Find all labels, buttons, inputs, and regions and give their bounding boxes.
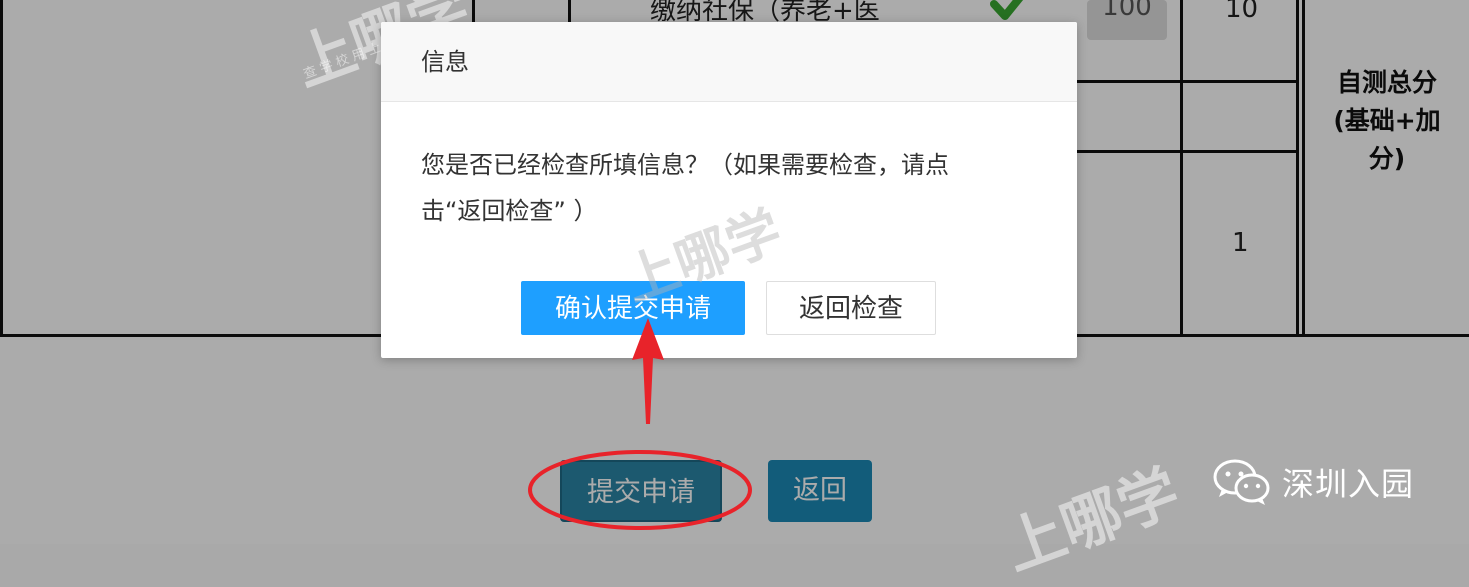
wechat-icon xyxy=(1213,459,1270,505)
confirm-dialog: 信息 您是否已经检查所填信息？（如果需要检查，请点 击“返回检查” ） 确认提交… xyxy=(381,22,1077,358)
wechat-account-name: 深圳入园 xyxy=(1282,465,1415,503)
return-to-check-button[interactable]: 返回检查 xyxy=(766,281,936,335)
dialog-title: 信息 xyxy=(381,22,1077,102)
wechat-account-label: 深圳入园 xyxy=(1212,455,1414,509)
dialog-message-line: 您是否已经检查所填信息？（如果需要检查，请点 xyxy=(421,151,949,179)
